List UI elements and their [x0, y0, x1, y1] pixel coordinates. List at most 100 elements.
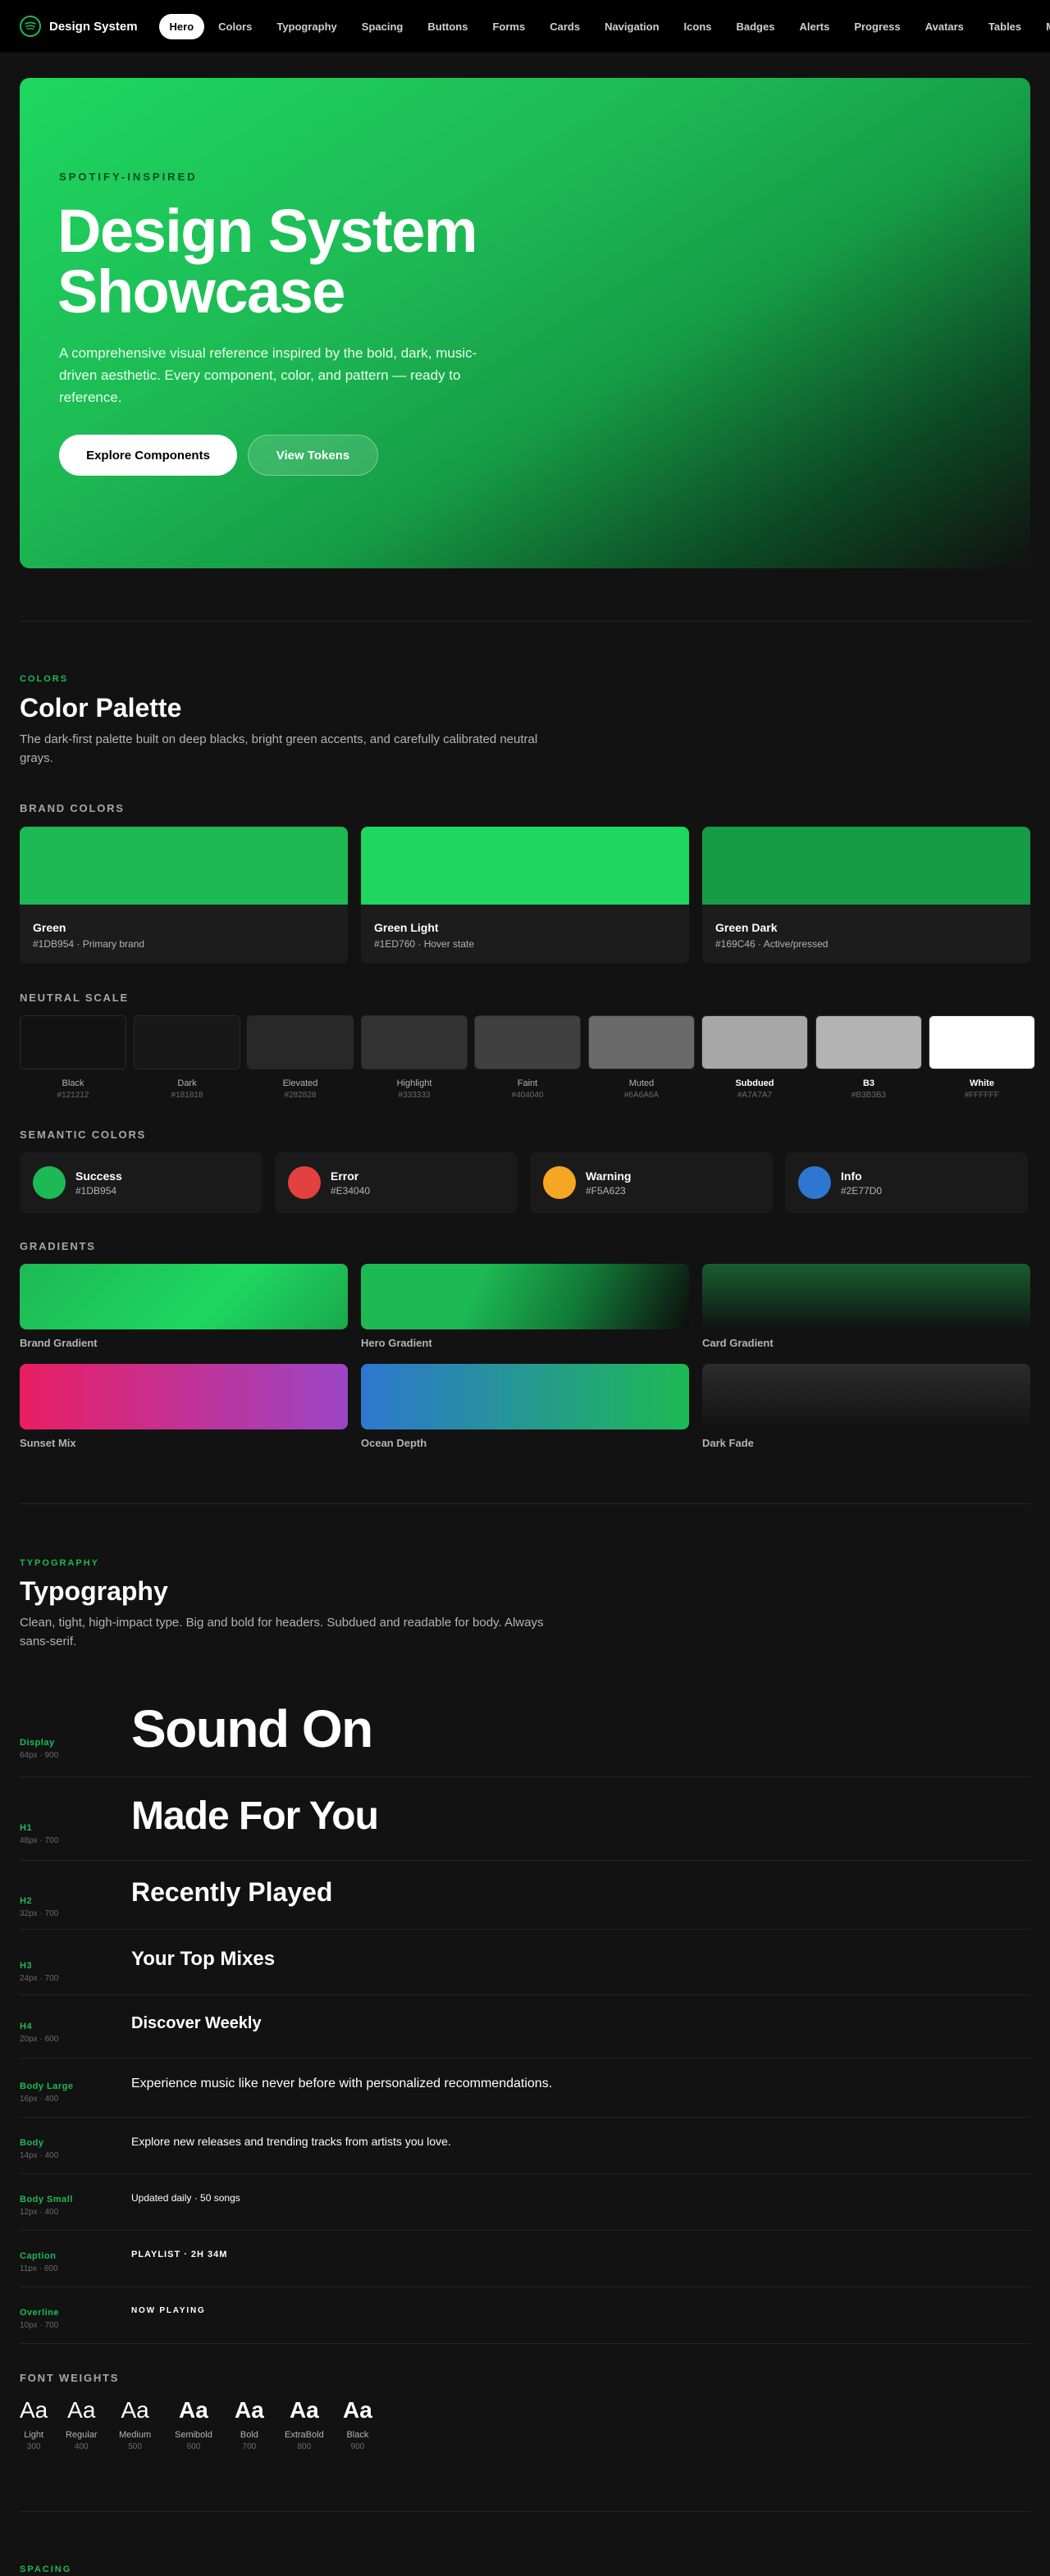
type-tag: Overline [20, 2308, 60, 2318]
gradient-swatch-brand[interactable] [20, 1264, 348, 1329]
color-hex: #282828 [284, 1091, 317, 1100]
gradient-swatch-dark-fade[interactable] [702, 1364, 1030, 1429]
weight-value: 800 [297, 2442, 312, 2451]
font-weight-semibold: Aa Semibold 600 [175, 2397, 212, 2451]
color-name: Subdued [735, 1078, 774, 1088]
gradient-label: Dark Fade [702, 1437, 754, 1449]
gradient-label: Ocean Depth [361, 1437, 427, 1449]
semantic-color-warning[interactable]: Warning #F5A623 [530, 1152, 773, 1213]
nav-link-tables[interactable]: Tables [978, 14, 1032, 39]
brand-logo-icon [20, 16, 41, 37]
nav-link-hero[interactable]: Hero [158, 13, 205, 39]
nav-link-typography[interactable]: Typography [266, 14, 347, 39]
type-sample: Updated daily · 50 songs [131, 2192, 240, 2204]
semantic-color-success[interactable]: Success #1DB954 [20, 1152, 262, 1213]
color-swatch [701, 1015, 808, 1069]
weight-name: Semibold [175, 2430, 212, 2440]
type-spec: 14px · 400 [20, 2151, 59, 2160]
semantic-color-error[interactable]: Error #E34040 [275, 1152, 518, 1213]
gradient-swatch-sunset[interactable] [20, 1364, 348, 1429]
brand-color-card[interactable]: Green Dark #169C46 · Active/pressed [702, 827, 1030, 964]
type-spec: 10px · 700 [20, 2321, 59, 2330]
type-scale-row: Overline 10px · 700 NOW PLAYING [20, 2287, 1030, 2344]
weight-name: Black [346, 2430, 369, 2440]
color-hex: #333333 [398, 1091, 431, 1100]
color-dot [33, 1166, 66, 1199]
neutral-swatch-b3[interactable]: B3 #B3B3B3 [815, 1015, 922, 1100]
nav-link-modals[interactable]: Modals [1035, 14, 1050, 39]
color-meta: #1ED760 · Hover state [374, 938, 475, 950]
color-name: Warning [586, 1169, 632, 1183]
color-hex: #E34040 [331, 1185, 371, 1197]
color-dot [288, 1166, 321, 1199]
weight-sample: Aa [121, 2397, 149, 2423]
gradient-label: Hero Gradient [361, 1337, 432, 1349]
neutral-swatch-muted[interactable]: Muted #6A6A6A [588, 1015, 695, 1100]
weight-sample: Aa [343, 2397, 372, 2423]
color-hex: #121212 [57, 1091, 89, 1100]
type-tag: Body Large [20, 2081, 74, 2091]
type-sample: NOW PLAYING [131, 2306, 206, 2315]
gradient-swatch-ocean[interactable] [361, 1364, 689, 1429]
type-tag: Body Small [20, 2195, 73, 2204]
color-hex: #B3B3B3 [851, 1091, 887, 1100]
weight-value: 400 [74, 2442, 89, 2451]
color-swatch [134, 1015, 240, 1069]
brand-color-card[interactable]: Green #1DB954 · Primary brand [20, 827, 348, 964]
nav-link-progress[interactable]: Progress [843, 14, 911, 39]
type-spec: 12px · 400 [20, 2208, 59, 2217]
font-weight-black: Aa Black 900 [343, 2397, 372, 2451]
nav-link-buttons[interactable]: Buttons [417, 14, 478, 39]
type-tag: Body [20, 2138, 44, 2148]
nav-link-alerts[interactable]: Alerts [788, 14, 840, 39]
font-weight-regular: Aa Regular 400 [66, 2397, 98, 2451]
neutral-swatch-faint[interactable]: Faint #404040 [474, 1015, 581, 1100]
semantic-color-info[interactable]: Info #2E77D0 [785, 1152, 1028, 1213]
explore-components-button[interactable]: Explore Components [59, 435, 237, 476]
font-weight-medium: Aa Medium 500 [119, 2397, 151, 2451]
type-scale-row: H1 48px · 700 Made For You [20, 1777, 1030, 1861]
type-sample: Sound On [131, 1699, 373, 1758]
neutral-swatch-subdued[interactable]: Subdued #A7A7A7 [701, 1015, 808, 1100]
font-weights-heading: FONT WEIGHTS [20, 2372, 120, 2384]
type-scale-row: H2 32px · 700 Recently Played [20, 1861, 1030, 1930]
neutral-swatch-black[interactable]: Black #121212 [20, 1015, 126, 1100]
nav-link-spacing[interactable]: Spacing [351, 14, 414, 39]
nav-link-badges[interactable]: Badges [726, 14, 786, 39]
top-nav: Design System Hero Colors Typography Spa… [0, 0, 1050, 52]
weight-name: ExtraBold [285, 2430, 324, 2440]
view-tokens-button[interactable]: View Tokens [248, 435, 378, 476]
nav-link-avatars[interactable]: Avatars [915, 14, 975, 39]
gradient-swatch-hero[interactable] [361, 1264, 689, 1329]
nav-links: Hero Colors Typography Spacing Buttons F… [158, 13, 1050, 39]
gradient-label: Brand Gradient [20, 1337, 98, 1349]
type-scale-row: Display 64px · 900 Sound On [20, 1689, 1030, 1777]
color-name: Dark [177, 1078, 197, 1088]
type-scale-row: Body Small 12px · 400 Updated daily · 50… [20, 2174, 1030, 2231]
brand[interactable]: Design System [20, 16, 138, 37]
gradient-swatch-card[interactable] [702, 1264, 1030, 1329]
neutral-swatch-elevated[interactable]: Elevated #282828 [247, 1015, 354, 1100]
hero-banner: SPOTIFY-INSPIRED Design System Showcase … [20, 78, 1030, 568]
type-tag: Display [20, 1738, 55, 1748]
color-name: Elevated [282, 1078, 318, 1088]
color-name: White [970, 1078, 994, 1088]
colors-title: Color Palette [20, 693, 182, 723]
color-name: Muted [628, 1078, 655, 1088]
neutral-swatch-white[interactable]: White #FFFFFF [929, 1015, 1035, 1100]
color-name: Green Light [374, 921, 439, 934]
color-name: Success [75, 1169, 122, 1183]
brand-color-card[interactable]: Green Light #1ED760 · Hover state [361, 827, 689, 964]
nav-link-navigation[interactable]: Navigation [594, 14, 669, 39]
nav-link-icons[interactable]: Icons [673, 14, 723, 39]
type-spec: 16px · 400 [20, 2095, 59, 2104]
nav-link-forms[interactable]: Forms [482, 14, 536, 39]
weight-name: Regular [66, 2430, 98, 2440]
nav-link-cards[interactable]: Cards [539, 14, 591, 39]
neutral-swatch-highlight[interactable]: Highlight #333333 [361, 1015, 468, 1100]
type-spec: 20px · 600 [20, 2035, 59, 2044]
color-swatch [929, 1015, 1035, 1069]
color-name: B3 [862, 1078, 875, 1088]
neutral-swatch-dark[interactable]: Dark #181818 [134, 1015, 240, 1100]
nav-link-colors[interactable]: Colors [208, 14, 262, 39]
